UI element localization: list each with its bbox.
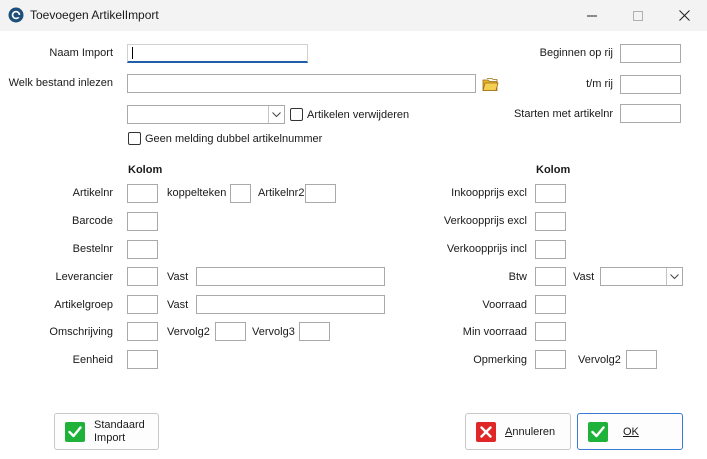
omschrijving-label: Omschrijving [49,326,113,338]
import-type-select[interactable] [127,105,285,124]
artikelnr-kolom-input[interactable] [127,184,158,203]
maximize-button[interactable] [615,0,661,31]
title-bar: Toevoegen ArtikelImport [0,0,707,31]
minimize-icon [587,15,597,16]
kolom-header-right: Kolom [536,164,571,176]
app-logo-icon [8,7,24,23]
window-title: Toevoegen ArtikelImport [30,8,159,22]
close-icon [678,10,690,21]
artikelgroep-vast-label: Vast [167,299,189,311]
inkoopprijs-kolom-input[interactable] [535,184,566,203]
standaard-import-line1: Standaard [94,419,145,431]
naam-import-label: Naam Import [49,47,113,59]
leverancier-vast-label: Vast [167,271,189,283]
artikelen-verwijderen-checkbox[interactable] [290,108,303,121]
voorraad-kolom-input[interactable] [535,295,566,314]
check-icon [65,422,85,442]
folder-icon[interactable] [482,77,499,93]
koppelteken-label: koppelteken [167,187,227,199]
bestand-input[interactable] [127,74,476,93]
btw-label: Btw [508,271,527,283]
chevron-down-icon [666,268,682,285]
kolom-header-left: Kolom [128,164,163,176]
barcode-label: Barcode [72,215,113,227]
geen-melding-checkbox[interactable] [128,132,141,145]
opmerking-vervolg2-kolom-input[interactable] [626,350,657,369]
ok-button[interactable]: OK [577,413,683,450]
tm-rij-input[interactable] [620,75,681,94]
annuleren-label: Annuleren [505,426,555,439]
vervolg3-kolom-input[interactable] [299,322,330,341]
artikelnr2-kolom-input[interactable] [305,184,336,203]
leverancier-kolom-input[interactable] [127,267,158,286]
voorraad-label: Voorraad [482,299,527,311]
btw-vast-select[interactable] [600,267,683,286]
verkoopprijs-excl-label: Verkoopprijs excl [443,215,527,227]
barcode-kolom-input[interactable] [127,212,158,231]
artikelnr-label: Artikelnr [72,187,113,199]
close-button[interactable] [661,0,707,31]
eenheid-kolom-input[interactable] [127,350,158,369]
text-caret [132,47,133,59]
bestelnr-kolom-input[interactable] [127,240,158,259]
artikelgroep-kolom-input[interactable] [127,295,158,314]
x-icon [476,422,496,442]
tm-rij-label: t/m rij [586,78,613,90]
verkoopprijs-incl-kolom-input[interactable] [535,240,566,259]
geen-melding-label: Geen melding dubbel artikelnummer [145,133,323,145]
annuleren-button[interactable]: Annuleren [465,413,571,450]
artikelgroep-vast-input[interactable] [196,295,385,314]
standaard-import-line2: Import [94,432,126,444]
chevron-down-icon [268,106,284,123]
annuleren-label-rest: nnuleren [512,426,556,438]
inkoopprijs-label: Inkoopprijs excl [451,187,527,199]
standaard-import-button[interactable]: Standaard Import [54,413,159,450]
artikelnr2-label: Artikelnr2 [258,187,305,199]
vervolg2-kolom-input[interactable] [215,322,246,341]
leverancier-vast-input[interactable] [196,267,385,286]
bestand-label: Welk bestand inlezen [8,77,113,89]
naam-import-input[interactable] [127,44,308,63]
starten-met-artikelnr-label: Starten met artikelnr [513,108,613,120]
vervolg2-label: Vervolg2 [167,326,210,338]
starten-met-artikelnr-input[interactable] [620,104,681,123]
vervolg3-label: Vervolg3 [252,326,295,338]
verkoopprijs-excl-kolom-input[interactable] [535,212,566,231]
check-icon [588,422,608,442]
artikelen-verwijderen-label: Artikelen verwijderen [307,109,410,121]
opmerking-vervolg2-label: Vervolg2 [578,354,621,366]
eenheid-label: Eenheid [72,354,113,366]
maximize-icon [633,10,643,21]
btw-vast-label: Vast [573,271,595,283]
beginnen-op-rij-input[interactable] [620,44,681,63]
min-voorraad-kolom-input[interactable] [535,322,566,341]
btw-kolom-input[interactable] [535,267,566,286]
omschrijving-kolom-input[interactable] [127,322,158,341]
leverancier-label: Leverancier [55,271,113,283]
min-voorraad-label: Min voorraad [462,326,527,338]
opmerking-label: Opmerking [473,354,527,366]
beginnen-op-rij-label: Beginnen op rij [539,47,613,59]
koppelteken-input[interactable] [230,184,251,203]
artikelgroep-label: Artikelgroep [54,299,113,311]
verkoopprijs-incl-label: Verkoopprijs incl [446,243,527,255]
opmerking-kolom-input[interactable] [535,350,566,369]
bestelnr-label: Bestelnr [72,243,113,255]
ok-label: OK [623,426,639,438]
minimize-button[interactable] [569,0,615,31]
dialog-window: Toevoegen ArtikelImport Naam Import Welk… [0,0,707,459]
